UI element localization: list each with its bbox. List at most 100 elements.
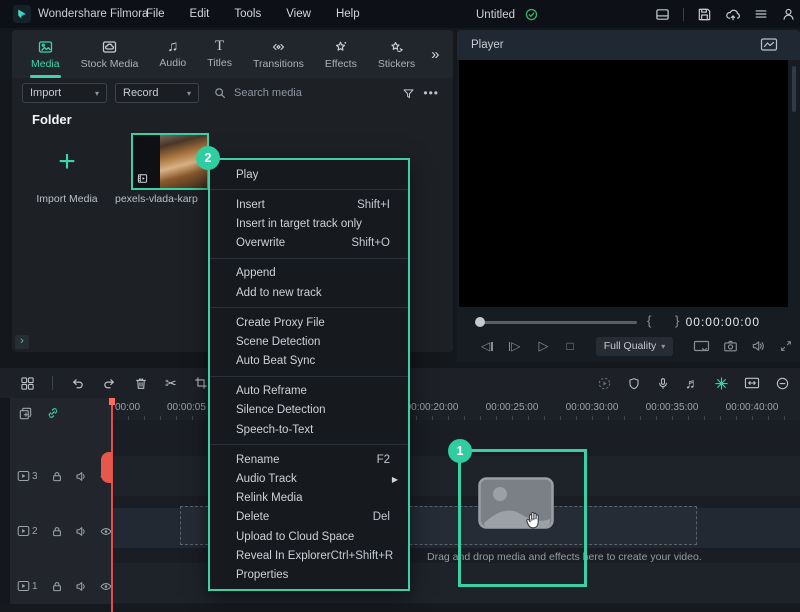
menu-item-reveal-in-explorer[interactable]: Reveal In ExplorerCtrl+Shift+R [210, 546, 408, 565]
fullscreen-icon[interactable] [779, 339, 793, 353]
tab-stickers[interactable]: Stickers [373, 37, 420, 72]
track-header-3[interactable]: 3 [0, 468, 113, 484]
tab-stock-media[interactable]: Stock Media [76, 37, 144, 72]
scopes-icon[interactable] [760, 37, 778, 52]
zoom-to-fit-icon[interactable] [744, 376, 760, 390]
layout-grid-icon[interactable] [20, 376, 35, 391]
menu-tools[interactable]: Tools [234, 8, 261, 20]
snapshot-camera-icon[interactable] [723, 339, 738, 353]
ruler-label: 00:00:20:00 [406, 402, 459, 413]
stop-button[interactable]: □ [566, 339, 573, 353]
play-button[interactable]: ▷ [538, 338, 548, 354]
menu-item-scene-detection[interactable]: Scene Detection [210, 332, 408, 351]
split-scissors-icon[interactable]: ✂ [165, 376, 177, 390]
collapse-panel-button[interactable]: › [15, 335, 29, 349]
menu-file[interactable]: File [146, 8, 165, 20]
menu-item-insert-in-target-track-only[interactable]: Insert in target track only [210, 214, 408, 233]
search-input[interactable] [234, 87, 384, 99]
tab-media[interactable]: Media [26, 37, 65, 72]
mute-track-icon[interactable] [75, 470, 88, 483]
link-clips-icon[interactable] [46, 406, 60, 420]
playhead-line[interactable] [111, 398, 113, 612]
menu-item-audio-track[interactable]: Audio Track▶ [210, 469, 408, 488]
render-preview-icon[interactable] [597, 376, 612, 391]
mute-track-icon[interactable] [75, 525, 88, 538]
tab-titles[interactable]: T Titles [202, 37, 237, 71]
annotation-badge-2: 2 [196, 146, 220, 170]
menu-item-overwrite[interactable]: OverwriteShift+O [210, 234, 408, 253]
import-media-label: Import Media [20, 193, 114, 205]
menu-edit[interactable]: Edit [190, 8, 210, 20]
mark-out-button[interactable]: } [675, 313, 679, 328]
redo-icon[interactable] [102, 376, 117, 391]
menu-item-silence-detection[interactable]: Silence Detection [210, 401, 408, 420]
crop-icon[interactable] [194, 376, 208, 390]
video-preview-area[interactable] [459, 60, 788, 307]
menu-item-append[interactable]: Append [210, 264, 408, 283]
ruler-label: 00:00:30:00 [566, 402, 619, 413]
menu-item-create-proxy-file[interactable]: Create Proxy File [210, 313, 408, 332]
manage-tracks-icon[interactable] [18, 406, 33, 421]
menu-item-delete[interactable]: DeleteDel [210, 508, 408, 527]
audio-mixer-icon[interactable]: ♬ [685, 376, 699, 390]
delete-trash-icon[interactable] [134, 376, 148, 391]
seek-handle[interactable] [475, 317, 485, 327]
cloud-upload-icon[interactable] [725, 7, 741, 22]
seek-bar[interactable] [480, 321, 637, 324]
hamburger-menu-icon[interactable] [754, 7, 768, 21]
menu-view[interactable]: View [286, 8, 311, 20]
menu-item-auto-beat-sync[interactable]: Auto Beat Sync [210, 352, 408, 371]
import-dropdown[interactable]: Import ▾ [22, 83, 107, 103]
filter-icon[interactable] [402, 87, 415, 100]
next-frame-button[interactable]: ▷ [509, 339, 521, 353]
layout-panel-icon[interactable] [655, 7, 670, 22]
menu-item-auto-reframe[interactable]: Auto Reframe [210, 382, 408, 401]
track-header-2[interactable]: 2 [0, 523, 113, 539]
toolbar-divider [52, 376, 53, 390]
more-tabs-chevrons-icon[interactable]: » [431, 46, 437, 63]
menu-item-shortcut: Del [373, 511, 390, 523]
menu-item-insert[interactable]: InsertShift+I [210, 195, 408, 214]
mute-track-icon[interactable] [75, 580, 88, 593]
lock-track-icon[interactable] [51, 580, 63, 593]
tab-label: Stickers [378, 58, 415, 70]
playhead-grip[interactable] [101, 452, 112, 483]
mark-in-button[interactable]: { [647, 313, 651, 328]
quality-selector[interactable]: Full Quality ▾ [596, 337, 674, 356]
previous-frame-button[interactable]: ◁ [481, 339, 493, 353]
track-header-1[interactable]: 1 [0, 578, 113, 594]
menu-item-relink-media[interactable]: Relink Media [210, 489, 408, 508]
voiceover-mic-icon[interactable] [656, 376, 670, 391]
timeline-scrollbar-area[interactable] [0, 604, 800, 612]
tab-effects[interactable]: Effects [320, 37, 362, 72]
display-output-icon[interactable] [693, 339, 710, 354]
user-account-icon[interactable] [781, 7, 796, 22]
record-dropdown[interactable]: Record ▾ [115, 83, 199, 103]
effects-burst-icon[interactable] [714, 376, 729, 391]
playhead-cap[interactable] [109, 398, 115, 405]
lock-track-icon[interactable] [51, 525, 63, 538]
import-media-tile[interactable]: + [32, 133, 102, 191]
ruler-tick [128, 416, 129, 420]
menu-item-speech-to-text[interactable]: Speech-to-Text [210, 420, 408, 439]
menu-help[interactable]: Help [336, 8, 360, 20]
menu-item-label: Insert [236, 199, 357, 211]
project-name[interactable]: Untitled [476, 9, 515, 21]
mask-shield-icon[interactable] [627, 376, 641, 391]
player-panel: Player { } 00:00:00:00 ◁ ▷ ▷ □ Full Qual… [457, 30, 800, 362]
menu-item-add-to-new-track[interactable]: Add to new track [210, 283, 408, 302]
lock-track-icon[interactable] [51, 470, 63, 483]
tab-audio[interactable]: ♫ Audio [154, 37, 191, 71]
save-icon[interactable] [697, 7, 712, 22]
menu-item-upload-to-cloud-space[interactable]: Upload to Cloud Space [210, 527, 408, 546]
tab-transitions[interactable]: Transitions [248, 37, 309, 72]
menu-item-play[interactable]: Play [210, 165, 408, 184]
undo-icon[interactable] [70, 376, 85, 391]
menu-item-rename[interactable]: RenameF2 [210, 450, 408, 469]
player-scrollbar[interactable] [792, 66, 796, 112]
zoom-out-icon[interactable] [775, 376, 790, 391]
volume-icon[interactable] [751, 339, 766, 353]
more-options-icon[interactable]: ••• [423, 86, 439, 100]
menu-item-properties[interactable]: Properties [210, 565, 408, 584]
menu-item-label: Add to new track [236, 287, 390, 299]
